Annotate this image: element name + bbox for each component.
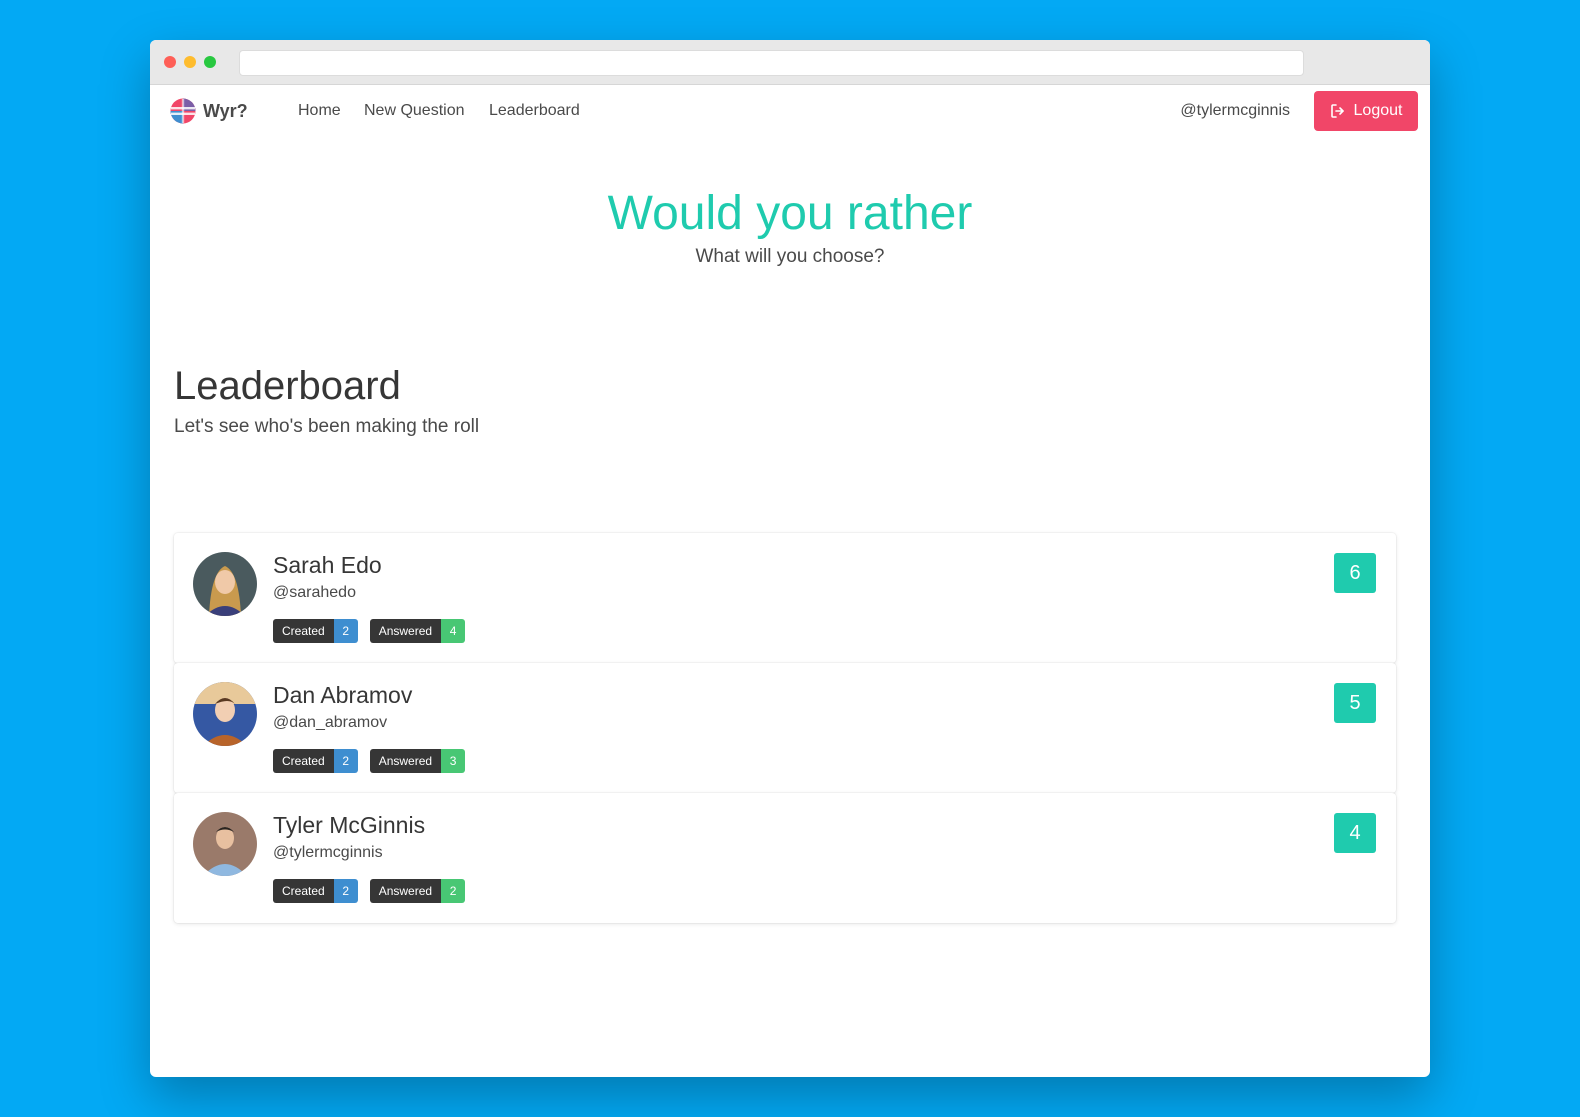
created-count: 2: [333, 879, 358, 903]
hero-subtitle: What will you choose?: [695, 246, 885, 267]
user-name: Tyler McGinnis: [273, 812, 426, 838]
nav-home[interactable]: Home: [298, 102, 341, 120]
stats-tags: Created 2 Answered 4: [273, 619, 466, 643]
stats-tags: Created 2 Answered 3: [273, 749, 466, 773]
hero-title: Would you rather: [607, 187, 973, 240]
minimize-window-button[interactable]: [184, 56, 196, 68]
navbar: Wyr? Home New Question Leaderboard @tyle…: [150, 84, 1430, 138]
score-badge: 4: [1334, 813, 1376, 853]
brand-link[interactable]: Wyr?: [170, 98, 248, 124]
maximize-window-button[interactable]: [204, 56, 216, 68]
score-badge: 6: [1334, 553, 1376, 593]
nav-new-question[interactable]: New Question: [364, 102, 465, 120]
user-handle: @sarahedo: [273, 584, 356, 601]
answered-label: Answered: [369, 879, 442, 903]
browser-window: Wyr? Home New Question Leaderboard @tyle…: [150, 40, 1430, 1077]
created-tag: Created 2: [273, 879, 358, 903]
user-handle: @dan_abramov: [273, 714, 388, 731]
leaderboard-title: Leaderboard: [174, 364, 401, 408]
answered-tag: Answered 2: [369, 879, 466, 903]
created-label: Created: [273, 619, 334, 643]
logout-button[interactable]: Logout: [1314, 91, 1418, 131]
leaderboard-list: Sarah Edo @sarahedo Created 2 Answered 4…: [174, 533, 1396, 923]
logout-label: Logout: [1353, 102, 1403, 119]
answered-tag: Answered 4: [369, 619, 466, 643]
user-name: Dan Abramov: [273, 682, 413, 708]
leaderboard-entry: Sarah Edo @sarahedo Created 2 Answered 4…: [174, 533, 1396, 663]
user-handle: @tylermcginnis: [273, 844, 383, 861]
answered-count: 4: [441, 619, 466, 643]
leaderboard-entry: Tyler McGinnis @tylermcginnis Created 2 …: [174, 793, 1396, 923]
avatar: [193, 682, 257, 746]
logout-icon: [1330, 104, 1344, 118]
created-label: Created: [273, 749, 334, 773]
wyr-logo-icon: [170, 98, 196, 124]
created-label: Created: [273, 879, 334, 903]
avatar: [193, 552, 257, 616]
user-name: Sarah Edo: [273, 552, 382, 578]
answered-tag: Answered 3: [369, 749, 466, 773]
close-window-button[interactable]: [164, 56, 176, 68]
leaderboard-subtitle: Let's see who's been making the roll: [174, 416, 480, 437]
avatar: [193, 812, 257, 876]
created-tag: Created 2: [273, 749, 358, 773]
answered-count: 2: [441, 879, 466, 903]
score-badge: 5: [1334, 683, 1376, 723]
nav-leaderboard[interactable]: Leaderboard: [489, 102, 580, 120]
brand-name: Wyr?: [203, 100, 248, 121]
browser-titlebar: [150, 40, 1430, 85]
answered-label: Answered: [369, 619, 442, 643]
current-user-handle: @tylermcginnis: [1180, 102, 1290, 119]
leaderboard-entry: Dan Abramov @dan_abramov Created 2 Answe…: [174, 663, 1396, 793]
answered-label: Answered: [369, 749, 442, 773]
created-count: 2: [333, 619, 358, 643]
created-count: 2: [333, 749, 358, 773]
created-tag: Created 2: [273, 619, 358, 643]
answered-count: 3: [441, 749, 466, 773]
address-bar[interactable]: [239, 50, 1304, 76]
stats-tags: Created 2 Answered 2: [273, 879, 466, 903]
